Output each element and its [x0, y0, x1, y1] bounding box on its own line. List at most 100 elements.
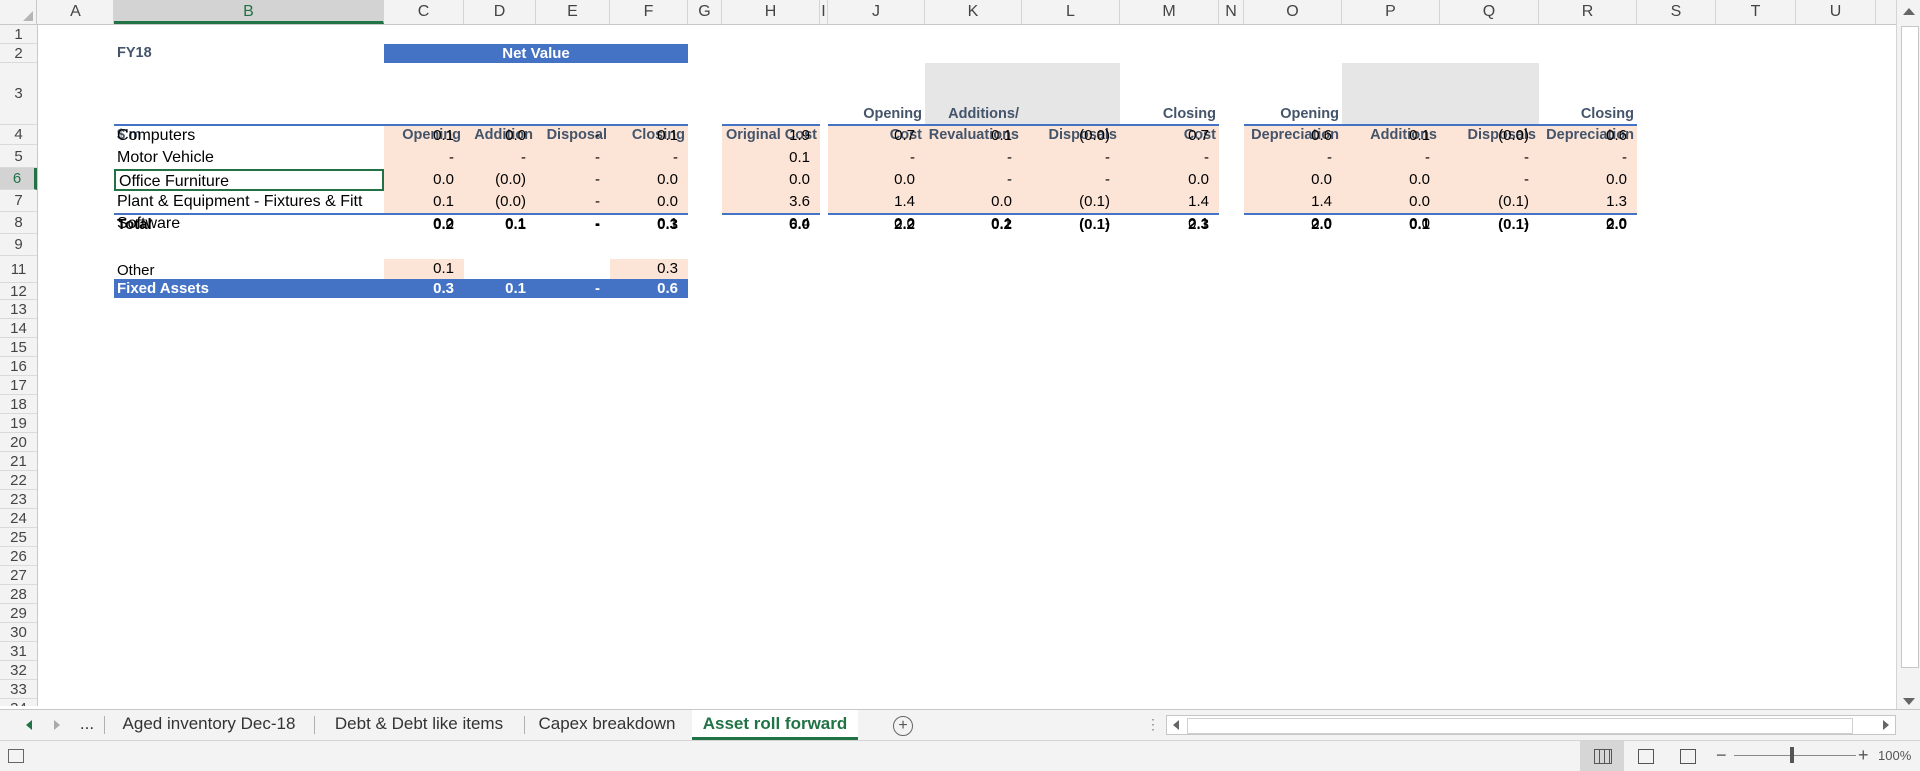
- column-header-g[interactable]: G: [688, 0, 722, 24]
- row-header-34[interactable]: 34: [0, 699, 37, 706]
- zoom-out-button[interactable]: −: [1716, 745, 1727, 766]
- tab-capex-breakdown[interactable]: Capex breakdown: [526, 710, 688, 740]
- row-header-1[interactable]: 1: [0, 25, 37, 44]
- column-header-p[interactable]: P: [1342, 0, 1440, 24]
- column-header-s[interactable]: S: [1637, 0, 1716, 24]
- fixed-assets-f[interactable]: 0.6: [610, 279, 688, 298]
- column-header-a[interactable]: A: [38, 0, 114, 24]
- zoom-in-button[interactable]: +: [1858, 745, 1869, 766]
- total-q[interactable]: (0.1): [1440, 214, 1539, 236]
- cell-j[interactable]: 0.0: [828, 169, 925, 191]
- row-header-24[interactable]: 24: [0, 509, 37, 528]
- tab-more[interactable]: ...: [76, 710, 98, 740]
- hscroll-thumb[interactable]: [1187, 718, 1853, 734]
- cell-f[interactable]: 0.1: [610, 125, 688, 147]
- row-header-30[interactable]: 30: [0, 623, 37, 642]
- column-header-e[interactable]: E: [536, 0, 610, 24]
- row-header-3[interactable]: 3: [0, 63, 37, 125]
- column-header-b[interactable]: B: [114, 0, 384, 24]
- cell-o[interactable]: 1.4: [1244, 191, 1342, 213]
- row-header-26[interactable]: 26: [0, 547, 37, 566]
- other-f[interactable]: 0.3: [610, 259, 688, 279]
- cell-e[interactable]: -: [536, 147, 610, 169]
- column-header-j[interactable]: J: [828, 0, 925, 24]
- cell-p[interactable]: 0.0: [1342, 169, 1440, 191]
- cell-r[interactable]: 0.6: [1539, 125, 1637, 147]
- active-cell[interactable]: Office Furniture: [114, 169, 384, 191]
- row-header-20[interactable]: 20: [0, 433, 37, 452]
- column-header-d[interactable]: D: [464, 0, 536, 24]
- row-header-17[interactable]: 17: [0, 376, 37, 395]
- cell-c[interactable]: 0.1: [384, 191, 464, 213]
- column-header-t[interactable]: T: [1716, 0, 1796, 24]
- cell-e[interactable]: -: [536, 125, 610, 147]
- hdr-opening-cost-line1[interactable]: Opening: [828, 105, 925, 124]
- cell-o[interactable]: 0.0: [1244, 169, 1342, 191]
- row-header-11[interactable]: 11: [0, 256, 37, 283]
- column-header-k[interactable]: K: [925, 0, 1022, 24]
- total-j[interactable]: 2.2: [828, 214, 925, 236]
- column-header-c[interactable]: C: [384, 0, 464, 24]
- cell-j[interactable]: -: [828, 147, 925, 169]
- row-header-16[interactable]: 16: [0, 357, 37, 376]
- cell-m[interactable]: -: [1120, 147, 1219, 169]
- tab-asset-roll-forward[interactable]: Asset roll forward: [692, 710, 858, 740]
- total-o[interactable]: 2.0: [1244, 214, 1342, 236]
- page-layout-view-icon[interactable]: [1638, 749, 1654, 764]
- row-header-9[interactable]: 9: [0, 234, 37, 256]
- column-header-n[interactable]: N: [1219, 0, 1244, 24]
- cell-d[interactable]: -: [464, 147, 536, 169]
- cell-k[interactable]: -: [925, 147, 1022, 169]
- row-header-25[interactable]: 25: [0, 528, 37, 547]
- row-header-2[interactable]: 2: [0, 44, 37, 63]
- cell-e[interactable]: -: [536, 169, 610, 191]
- total-d[interactable]: 0.1: [464, 214, 536, 236]
- total-f[interactable]: 0.3: [610, 214, 688, 236]
- hdr-additions-revaluations-line1[interactable]: Additions/: [925, 105, 1022, 124]
- column-header-f[interactable]: F: [610, 0, 688, 24]
- select-all-corner[interactable]: [0, 0, 37, 24]
- horizontal-scrollbar[interactable]: [1166, 715, 1896, 735]
- total-c[interactable]: 0.2: [384, 214, 464, 236]
- scroll-down-icon[interactable]: [1903, 698, 1915, 705]
- tab-split-handle-icon[interactable]: ⋮: [1146, 716, 1160, 733]
- row-header-31[interactable]: 31: [0, 642, 37, 661]
- cell-q[interactable]: -: [1440, 147, 1539, 169]
- row-header-32[interactable]: 32: [0, 661, 37, 680]
- cell-r[interactable]: 1.3: [1539, 191, 1637, 213]
- cell-q[interactable]: (0.0): [1440, 125, 1539, 147]
- column-header-r[interactable]: R: [1539, 0, 1637, 24]
- hdr-closing-cost-line1[interactable]: Closing: [1120, 105, 1219, 124]
- total-k[interactable]: 0.2: [925, 214, 1022, 236]
- hdr-opening-depreciation-line1[interactable]: Opening: [1244, 105, 1342, 124]
- tab-aged-inventory[interactable]: Aged inventory Dec-18: [106, 710, 312, 740]
- column-header-i[interactable]: I: [820, 0, 828, 24]
- cell-r[interactable]: 0.0: [1539, 169, 1637, 191]
- cell-c[interactable]: 0.1: [384, 125, 464, 147]
- fy-label[interactable]: FY18: [114, 44, 384, 63]
- scroll-thumb[interactable]: [1901, 26, 1919, 668]
- zoom-level[interactable]: 100%: [1878, 748, 1911, 763]
- vertical-scrollbar[interactable]: [1896, 0, 1920, 710]
- cell-k[interactable]: 0.1: [925, 125, 1022, 147]
- cell-d[interactable]: 0.0: [464, 125, 536, 147]
- row-header-15[interactable]: 15: [0, 338, 37, 357]
- tab-scroll-right-icon[interactable]: [54, 720, 60, 730]
- total-label[interactable]: Total: [114, 214, 384, 236]
- cell-o[interactable]: 0.6: [1244, 125, 1342, 147]
- fixed-assets-e[interactable]: -: [536, 279, 610, 298]
- row-header-33[interactable]: 33: [0, 680, 37, 699]
- cell-l[interactable]: -: [1022, 147, 1120, 169]
- total-r[interactable]: 2.0: [1539, 214, 1637, 236]
- total-h[interactable]: 6.0: [722, 214, 820, 236]
- cell-f[interactable]: -: [610, 147, 688, 169]
- total-m[interactable]: 2.3: [1120, 214, 1219, 236]
- row-header-29[interactable]: 29: [0, 604, 37, 623]
- cell-c[interactable]: -: [384, 147, 464, 169]
- macro-record-icon[interactable]: [8, 749, 24, 763]
- cell-h[interactable]: 0.0: [722, 169, 820, 191]
- cell-p[interactable]: -: [1342, 147, 1440, 169]
- row-header-19[interactable]: 19: [0, 414, 37, 433]
- hscroll-left-icon[interactable]: [1173, 720, 1179, 730]
- cell-f[interactable]: 0.0: [610, 169, 688, 191]
